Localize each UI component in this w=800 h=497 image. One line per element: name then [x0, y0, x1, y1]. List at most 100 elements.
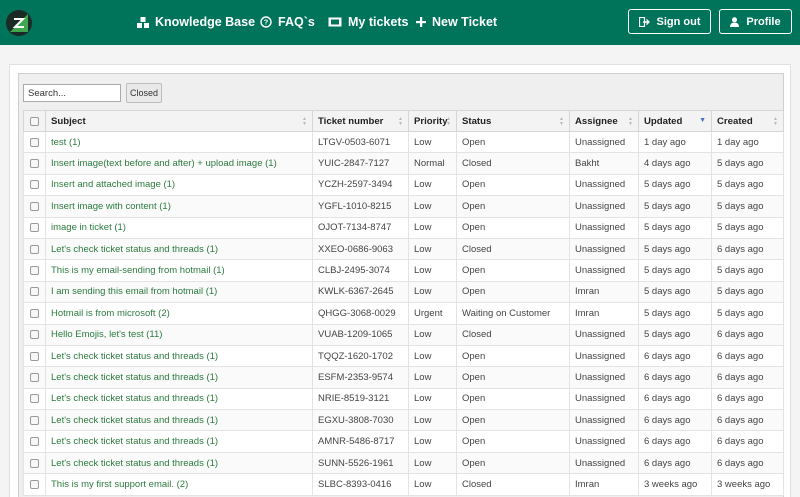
table-row[interactable]: This is my first support email. (2) SLBC-… — [23, 473, 784, 496]
ticket-subject-link[interactable]: Hello Emojis, let's test (11) — [45, 323, 313, 346]
top-navbar: Knowledge Base ? FAQ`s My tickets New Ti… — [0, 0, 800, 45]
created-cell: 5 days ago — [711, 302, 784, 325]
table-row[interactable]: test (1) LTGV-0503-6071 Low Open Unassigned 1… — [23, 130, 784, 154]
ticket-subject-link[interactable]: I am sending this email from hotmail (1) — [45, 280, 313, 304]
priority-cell: Low — [408, 409, 457, 432]
row-checkbox[interactable] — [30, 223, 39, 233]
status-cell: Open — [456, 130, 570, 154]
closed-filter-button[interactable]: Closed — [126, 83, 162, 103]
row-checkbox[interactable] — [30, 458, 39, 468]
nav-my-tickets[interactable]: My tickets — [328, 14, 408, 30]
column-header-assignee[interactable]: Assignee ▲ ▼ — [569, 110, 639, 132]
status-cell: Open — [456, 430, 570, 453]
table-row[interactable]: Let's check ticket status and threads (1… — [23, 409, 784, 432]
status-cell: Open — [456, 259, 570, 282]
table-row[interactable]: Let's check ticket status and threads (1… — [23, 237, 784, 261]
column-header-subject[interactable]: Subject ▲ ▼ — [45, 110, 313, 132]
table-row[interactable]: Let's check ticket status and threads (1… — [23, 387, 784, 411]
profile-button[interactable]: Profile — [719, 9, 792, 34]
row-select-cell — [23, 323, 46, 346]
table-row[interactable]: I am sending this email from hotmail (1)… — [23, 280, 784, 304]
table-row[interactable]: Hotmail is from microsoft (2) QHGG-3068-0… — [23, 302, 784, 325]
row-checkbox[interactable] — [30, 372, 39, 382]
nav-new-ticket[interactable]: New Ticket — [416, 14, 497, 30]
table-row[interactable]: Insert image(text before and after) + up… — [23, 152, 784, 175]
updated-cell: 5 days ago — [638, 216, 712, 239]
sign-out-button[interactable]: Sign out — [628, 9, 711, 34]
ticket-number-cell: YCZH-2597-3494 — [312, 173, 409, 197]
table-row[interactable]: Let's check ticket status and threads (1… — [23, 344, 784, 368]
table-row[interactable]: This is my email-sending from hotmail (1… — [23, 259, 784, 282]
select-all-checkbox[interactable] — [30, 116, 39, 126]
profile-label: Profile — [746, 15, 781, 28]
ticket-subject-link[interactable]: Let's check ticket status and threads (1… — [45, 430, 313, 453]
row-select-cell — [23, 173, 46, 197]
ticket-subject-link[interactable]: This is my email-sending from hotmail (1… — [45, 259, 313, 282]
column-header-status[interactable]: Status ▲ ▼ — [456, 110, 570, 132]
column-header-ticket-number[interactable]: Ticket number ▲ ▼ — [312, 110, 409, 132]
ticket-number-cell: OJOT-7134-8747 — [312, 216, 409, 239]
column-header-priority[interactable]: Priority ▲ ▼ — [408, 110, 457, 132]
table-row[interactable]: image in ticket (1) OJOT-7134-8747 Low Open… — [23, 216, 784, 239]
row-checkbox[interactable] — [30, 137, 39, 147]
ticket-subject-link[interactable]: Let's check ticket status and threads (1… — [45, 237, 313, 261]
priority-cell: Low — [408, 216, 457, 239]
column-header-updated[interactable]: Updated ▼ — [638, 110, 712, 132]
table-row[interactable]: Let's check ticket status and threads (1… — [23, 430, 784, 453]
updated-cell: 5 days ago — [638, 237, 712, 261]
table-row[interactable]: Let's check ticket status and threads (1… — [23, 451, 784, 475]
ticket-subject-link[interactable]: test (1) — [45, 130, 313, 154]
ticket-subject-link[interactable]: Let's check ticket status and threads (1… — [45, 409, 313, 432]
ticket-subject-link[interactable]: Let's check ticket status and threads (1… — [45, 451, 313, 475]
ticket-subject-link[interactable]: Let's check ticket status and threads (1… — [45, 344, 313, 368]
ticket-subject-link[interactable]: Insert and attached image (1) — [45, 173, 313, 197]
ticket-subject-link[interactable]: Hotmail is from microsoft (2) — [45, 302, 313, 325]
brand-logo[interactable] — [6, 10, 32, 36]
table-row[interactable]: Insert image with content (1) YGFL-1010-8… — [23, 195, 784, 218]
status-cell: Closed — [456, 152, 570, 175]
table-row[interactable]: Insert and attached image (1) YCZH-2597-3… — [23, 173, 784, 197]
updated-cell: 5 days ago — [638, 323, 712, 346]
updated-cell: 6 days ago — [638, 344, 712, 368]
row-checkbox[interactable] — [30, 351, 39, 361]
row-checkbox[interactable] — [30, 159, 39, 169]
ticket-subject-link[interactable]: Let's check ticket status and threads (1… — [45, 366, 313, 389]
priority-cell: Urgent — [408, 302, 457, 325]
ticket-subject-link[interactable]: Let's check ticket status and threads (1… — [45, 387, 313, 411]
nav-knowledge-base[interactable]: Knowledge Base — [137, 14, 255, 30]
row-checkbox[interactable] — [30, 394, 39, 404]
row-checkbox[interactable] — [30, 330, 39, 340]
row-checkbox[interactable] — [30, 201, 39, 211]
row-select-cell — [23, 473, 46, 496]
priority-cell: Low — [408, 130, 457, 154]
row-checkbox[interactable] — [30, 437, 39, 447]
status-cell: Open — [456, 366, 570, 389]
ticket-number-cell: QHGG-3068-0029 — [312, 302, 409, 325]
created-cell: 6 days ago — [711, 387, 784, 411]
search-input[interactable] — [23, 84, 121, 102]
priority-cell: Low — [408, 451, 457, 475]
ticket-number-cell: TQQZ-1620-1702 — [312, 344, 409, 368]
row-checkbox[interactable] — [30, 479, 39, 489]
updated-cell: 6 days ago — [638, 366, 712, 389]
ticket-subject-link[interactable]: Insert image with content (1) — [45, 195, 313, 218]
table-row[interactable]: Let's check ticket status and threads (1… — [23, 366, 784, 389]
ticket-number-cell: AMNR-5486-8717 — [312, 430, 409, 453]
row-checkbox[interactable] — [30, 244, 39, 254]
table-row[interactable]: Hello Emojis, let's test (11) VUAB-1209-1… — [23, 323, 784, 346]
row-checkbox[interactable] — [30, 266, 39, 276]
ticket-number-cell: SUNN-5526-1961 — [312, 451, 409, 475]
status-cell: Open — [456, 409, 570, 432]
nav-faqs[interactable]: ? FAQ`s — [260, 14, 315, 30]
table-header-row: Subject ▲ ▼ Ticket number ▲ ▼ Priority ▲ ▼ Sta… — [23, 110, 784, 132]
ticket-subject-link[interactable]: Insert image(text before and after) + up… — [45, 152, 313, 175]
ticket-subject-link[interactable]: This is my first support email. (2) — [45, 473, 313, 496]
column-header-created[interactable]: Created ▲ ▼ — [711, 110, 784, 132]
row-checkbox[interactable] — [30, 287, 39, 297]
nav-knowledge-base-label: Knowledge Base — [155, 15, 256, 29]
row-checkbox[interactable] — [30, 180, 39, 190]
row-checkbox[interactable] — [30, 415, 39, 425]
ticket-subject-link[interactable]: image in ticket (1) — [45, 216, 313, 239]
status-cell: Closed — [456, 323, 570, 346]
row-checkbox[interactable] — [30, 308, 39, 318]
